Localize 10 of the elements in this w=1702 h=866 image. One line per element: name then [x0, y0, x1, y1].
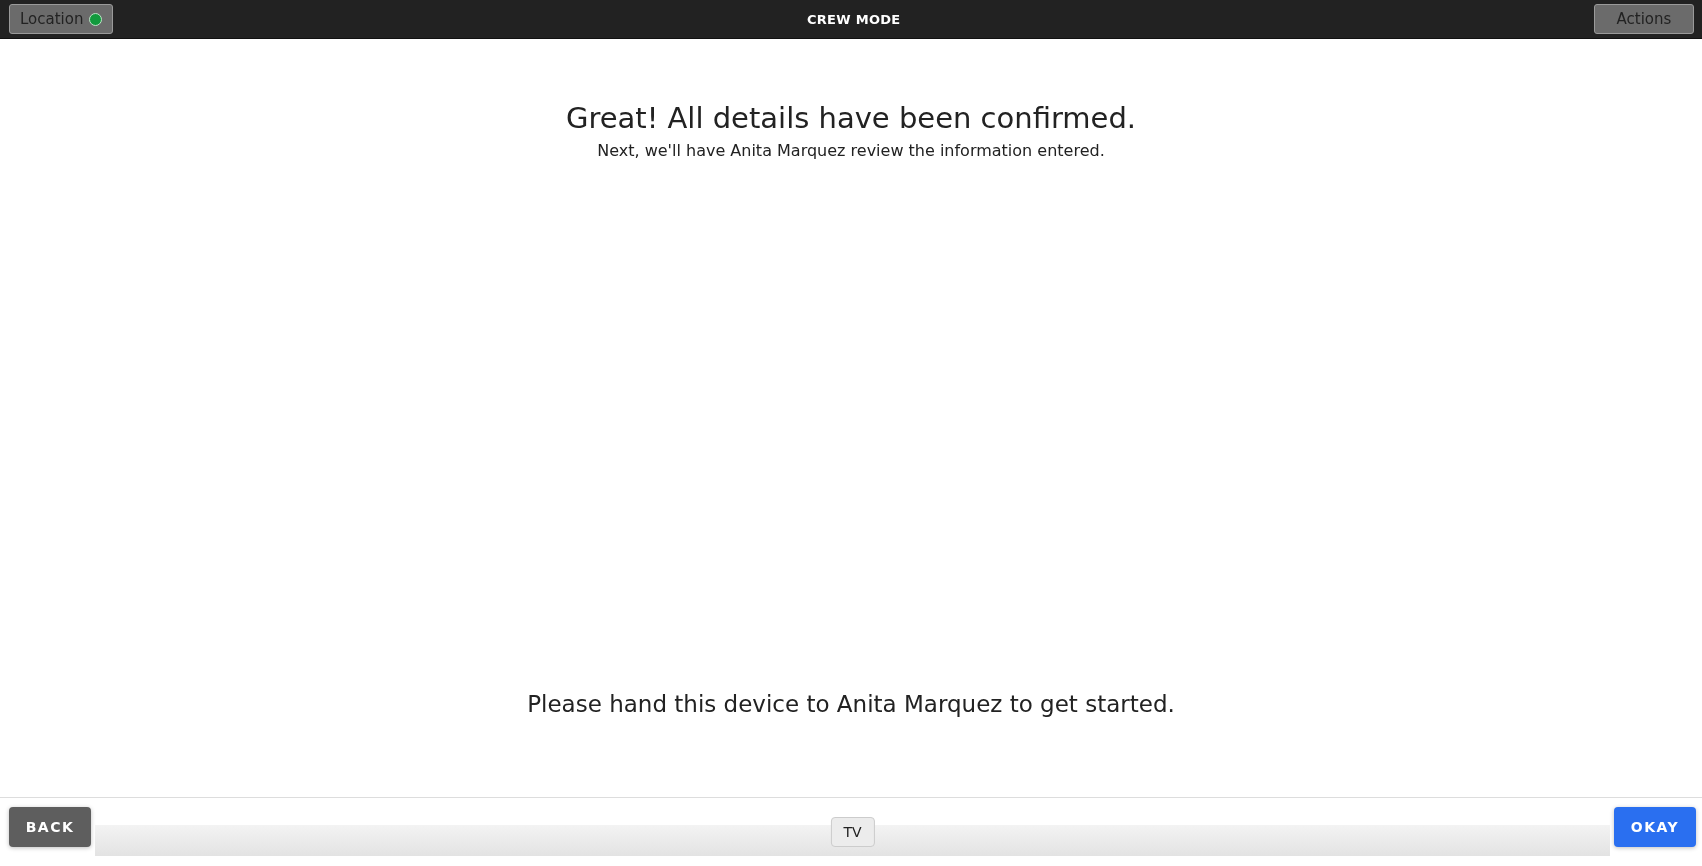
track-label-tooltip: TV: [830, 817, 875, 847]
okay-button[interactable]: OKAY: [1614, 807, 1696, 847]
location-button[interactable]: Location: [9, 4, 114, 34]
app-title: CREW MODE: [806, 11, 901, 27]
handoff-instruction: Please hand this device to Anita Marquez to get started.: [527, 691, 1175, 717]
confirmation-heading: Great! All details have been confirmed.: [565, 101, 1137, 135]
status-dot-icon: [89, 12, 103, 26]
back-button[interactable]: BACK: [9, 807, 91, 847]
actions-button[interactable]: Actions: [1594, 4, 1694, 34]
confirmation-subtitle: Next, we'll have Anita Marquez review the information entered.: [597, 141, 1105, 160]
